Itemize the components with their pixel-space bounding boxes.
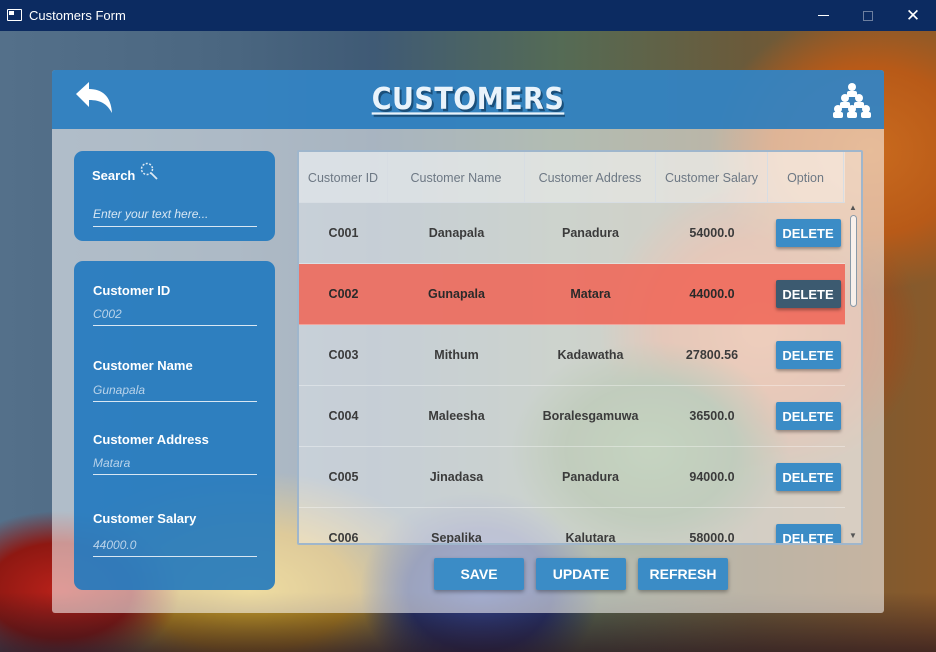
column-header[interactable]: Customer Address (525, 152, 656, 203)
table-body: C001 Danapala Panadura 54000.0 DELETE C002 Gun… (299, 203, 845, 543)
table-scrollbar[interactable]: ▲ ▼ (847, 203, 861, 543)
search-icon (140, 162, 158, 180)
cell-option: DELETE (768, 264, 844, 324)
delete-button[interactable]: DELETE (775, 280, 841, 308)
scroll-thumb[interactable] (850, 215, 857, 307)
cell-customer-id: C004 (328, 409, 359, 423)
table-row[interactable]: C002 Gunapala Matara 44000.0 DELETE (299, 264, 845, 325)
delete-button[interactable]: DELETE (775, 341, 841, 369)
delete-button[interactable]: DELETE (775, 524, 841, 543)
update-button[interactable]: UPDATE (536, 558, 626, 590)
delete-button[interactable]: DELETE (775, 463, 841, 491)
search-label: Search (92, 168, 136, 183)
table-row[interactable]: C001 Danapala Panadura 54000.0 DELETE (299, 203, 845, 264)
cell-customer-name: Maleesha (428, 409, 485, 423)
cell-customer-salary: 27800.56 (685, 348, 739, 362)
customer-salary-label: Customer Salary (93, 511, 197, 526)
customer-name-field[interactable] (93, 378, 257, 402)
customer-id-label: Customer ID (93, 283, 171, 298)
customer-address-label: Customer Address (93, 432, 209, 447)
delete-button[interactable]: DELETE (775, 402, 841, 430)
back-arrow-icon[interactable] (72, 80, 114, 116)
scroll-up-icon[interactable]: ▲ (849, 203, 857, 212)
table-row[interactable]: C004 Maleesha Boralesgamuwa 36500.0 DELETE (299, 386, 845, 447)
search-input[interactable] (93, 201, 257, 227)
people-group-icon[interactable] (833, 82, 871, 118)
cell-customer-address: Panadura (562, 470, 619, 484)
maximize-icon (863, 10, 873, 21)
column-header[interactable]: Customer ID (299, 152, 388, 203)
minimize-button[interactable] (800, 0, 846, 31)
cell-option: DELETE (768, 508, 844, 543)
search-card (74, 151, 275, 241)
cell-customer-id: C001 (328, 226, 359, 240)
cell-customer-salary: 44000.0 (689, 287, 735, 301)
customer-id-field[interactable] (93, 302, 257, 326)
title-bar: Customers Form ✕ (0, 0, 936, 31)
cell-customer-name: Sepalika (431, 531, 482, 543)
minimize-icon (817, 15, 829, 16)
save-button[interactable]: SAVE (434, 558, 524, 590)
table-row[interactable]: C003 Mithum Kadawatha 27800.56 DELETE (299, 325, 845, 386)
cell-customer-salary: 54000.0 (689, 226, 735, 240)
cell-customer-id: C006 (328, 531, 359, 543)
window-title: Customers Form (29, 8, 126, 23)
cell-customer-address: Kalutara (565, 531, 616, 543)
customers-table: Customer ID Customer Name Customer Addre… (297, 150, 863, 545)
cell-customer-address: Panadura (562, 226, 619, 240)
page-title: CUSTOMERS (371, 82, 565, 117)
cell-customer-address: Matara (570, 287, 611, 301)
refresh-button[interactable]: REFRESH (638, 558, 728, 590)
cell-option: DELETE (768, 203, 844, 263)
table-row[interactable]: C006 Sepalika Kalutara 58000.0 DELETE (299, 508, 845, 543)
cell-customer-name: Jinadasa (429, 470, 484, 484)
close-button[interactable]: ✕ (890, 0, 936, 31)
cell-customer-id: C005 (328, 470, 359, 484)
cell-customer-salary: 58000.0 (689, 531, 735, 543)
cell-customer-name: Mithum (434, 348, 479, 362)
cell-customer-name: Danapala (428, 226, 485, 240)
maximize-button[interactable] (845, 0, 891, 31)
cell-customer-name: Gunapala (428, 287, 485, 301)
cell-option: DELETE (768, 386, 844, 446)
customer-salary-field[interactable] (93, 533, 257, 557)
column-header[interactable]: Option (768, 152, 844, 203)
scroll-down-icon[interactable]: ▼ (849, 531, 857, 540)
cell-customer-address: Kadawatha (557, 348, 624, 362)
table-row[interactable]: C005 Jinadasa Panadura 94000.0 DELETE (299, 447, 845, 508)
customer-address-field[interactable] (93, 451, 257, 475)
cell-customer-salary: 36500.0 (689, 409, 735, 423)
column-header[interactable]: Customer Name (388, 152, 525, 203)
cell-option: DELETE (768, 447, 844, 507)
delete-button[interactable]: DELETE (775, 219, 841, 247)
app-icon (7, 9, 22, 21)
customer-name-label: Customer Name (93, 358, 193, 373)
column-header[interactable]: Customer Salary (656, 152, 768, 203)
table-header: Customer ID Customer Name Customer Addre… (299, 152, 845, 203)
cell-customer-address: Boralesgamuwa (542, 409, 639, 423)
close-icon: ✕ (905, 5, 921, 25)
cell-customer-id: C003 (328, 348, 359, 362)
cell-customer-id: C002 (328, 287, 359, 301)
cell-option: DELETE (768, 325, 844, 385)
cell-customer-salary: 94000.0 (689, 470, 735, 484)
